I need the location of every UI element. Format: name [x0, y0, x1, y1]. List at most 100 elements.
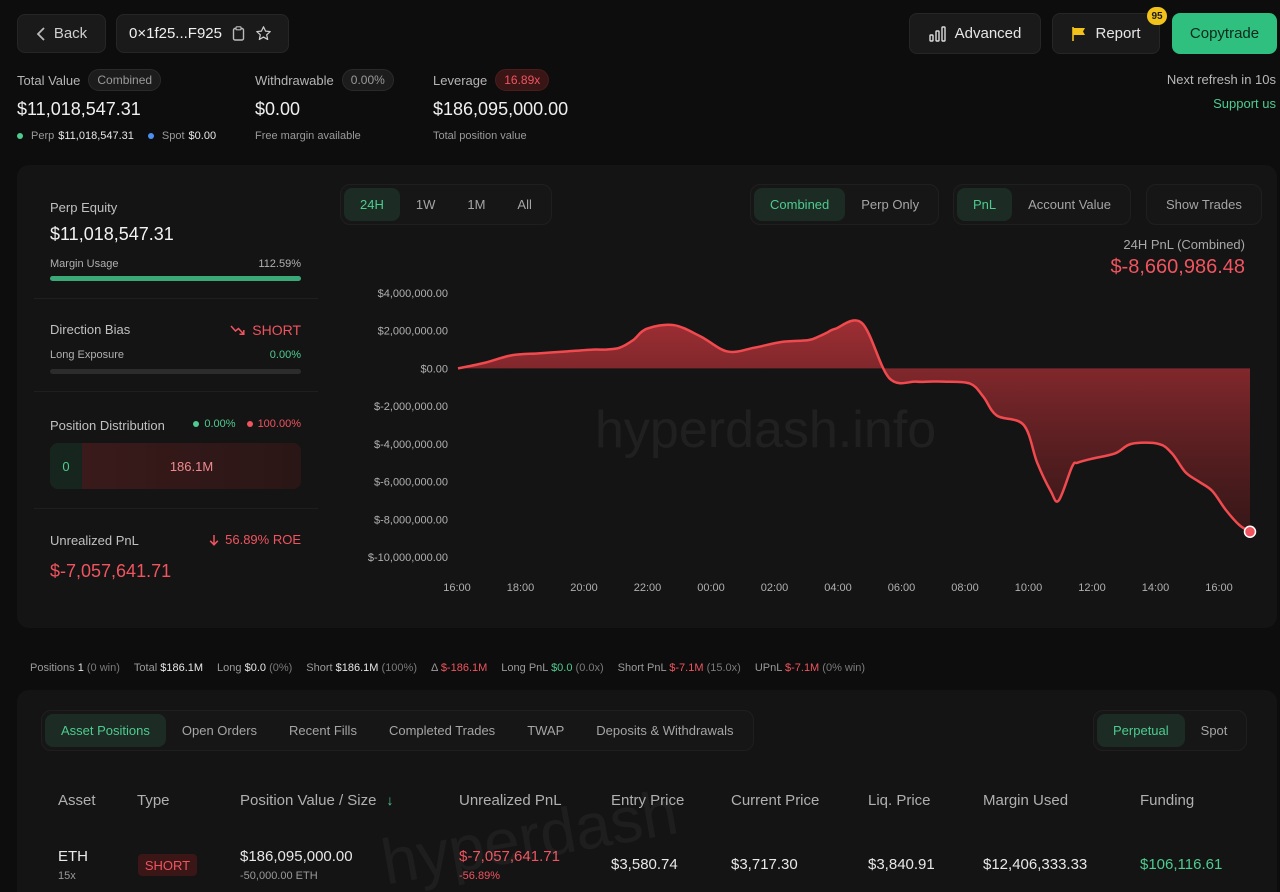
pnl-endpoint[interactable]: [1243, 525, 1257, 539]
y-tick-label: $0.00: [420, 363, 448, 375]
address-chip[interactable]: 0×1f25...F925: [116, 14, 289, 53]
sort-down-icon: ↓: [386, 792, 394, 808]
row-liq-price: $3,840.91: [868, 856, 935, 873]
x-tick-label: 18:00: [507, 582, 535, 594]
upnl-value: $-7.1M: [784, 662, 820, 674]
x-tick-label: 06:00: [888, 582, 916, 594]
row-leverage: 15x: [58, 870, 76, 882]
y-tick-label: $-2,000,000.00: [374, 401, 448, 413]
row-current-price: $3,717.30: [731, 856, 798, 873]
row-type-badge: SHORT: [138, 854, 197, 876]
show-trades-button[interactable]: Show Trades: [1150, 188, 1258, 221]
long-pnl-value: $0.0: [551, 662, 573, 674]
col-type[interactable]: Type: [137, 792, 170, 809]
tab-recent-fills[interactable]: Recent Fills: [273, 714, 373, 747]
flag-icon: [1071, 26, 1087, 42]
tab-open-orders[interactable]: Open Orders: [166, 714, 273, 747]
col-liq-price[interactable]: Liq. Price: [868, 792, 931, 809]
copy-icon[interactable]: [232, 26, 245, 41]
long-label: Long: [217, 662, 242, 674]
market-tab-perpetual[interactable]: Perpetual: [1097, 714, 1185, 747]
total-value-stat: Total Value Combined $11,018,547.31 Perp…: [17, 69, 216, 142]
wallet-address: 0×1f25...F925: [129, 25, 222, 42]
withdrawable-stat: Withdrawable 0.00% $0.00 Free margin ava…: [255, 69, 394, 142]
y-tick-label: $4,000,000.00: [378, 288, 448, 300]
range-1w[interactable]: 1W: [400, 188, 452, 221]
advanced-button[interactable]: Advanced: [909, 13, 1041, 54]
withdrawable-value: $0.00: [255, 99, 301, 119]
leverage-sub: Total position value: [433, 130, 527, 142]
delta-label: Δ: [431, 662, 438, 674]
y-tick-label: $-8,000,000.00: [374, 514, 448, 526]
market-tabs: Perpetual Spot: [1093, 710, 1248, 751]
metric-selector: PnL Account Value: [953, 184, 1132, 225]
leverage-pill: 16.89x: [495, 69, 550, 91]
copytrade-button[interactable]: Copytrade: [1172, 13, 1277, 54]
tab-twap[interactable]: TWAP: [511, 714, 580, 747]
margin-usage-bar: [50, 276, 301, 281]
trend-down-icon: [230, 324, 245, 336]
long-note: (0%): [269, 662, 293, 674]
copytrade-label: Copytrade: [1189, 25, 1260, 42]
perp-value: $11,018,547.31: [58, 130, 134, 142]
dist-long-pct: 0.00%: [204, 418, 236, 430]
spot-label: Spot: [161, 130, 185, 142]
market-tab-spot[interactable]: Spot: [1185, 714, 1244, 747]
dist-long-value: 0: [62, 458, 70, 474]
support-us-link[interactable]: Support us: [1213, 96, 1276, 111]
next-refresh-text: Next refresh in 10s: [1166, 72, 1276, 87]
long-exposure-value: 0.00%: [269, 349, 301, 361]
star-icon[interactable]: [255, 25, 272, 42]
spot-value: $0.00: [188, 130, 217, 142]
position-distribution-label: Position Distribution: [50, 418, 165, 433]
row-entry-price: $3,580.74: [611, 856, 678, 873]
tab-asset-positions[interactable]: Asset Positions: [45, 714, 166, 747]
tab-deposits-withdrawals[interactable]: Deposits & Withdrawals: [580, 714, 749, 747]
row-asset[interactable]: ETH: [58, 848, 88, 865]
range-selector: 24H 1W 1M All: [340, 184, 552, 225]
back-button[interactable]: Back: [17, 14, 106, 53]
total-label: Total: [133, 662, 158, 674]
roe-value: 56.89% ROE: [225, 532, 301, 547]
report-button[interactable]: Report: [1052, 13, 1160, 54]
short-pnl-label: Short PnL: [617, 662, 667, 674]
col-current-price[interactable]: Current Price: [731, 792, 819, 809]
tab-completed-trades[interactable]: Completed Trades: [373, 714, 511, 747]
range-all[interactable]: All: [501, 188, 547, 221]
y-tick-label: $-4,000,000.00: [374, 439, 448, 451]
row-margin-used: $12,406,333.33: [983, 856, 1088, 873]
unrealized-pnl-label: Unrealized PnL: [50, 533, 139, 548]
range-1m[interactable]: 1M: [451, 188, 501, 221]
long-pnl-label: Long PnL: [501, 662, 548, 674]
metric-account-value[interactable]: Account Value: [1012, 188, 1127, 221]
total-value-label: Total Value: [17, 72, 81, 88]
x-tick-label: 16:00: [1205, 582, 1233, 594]
arrow-down-icon: [209, 534, 219, 546]
leverage-label: Leverage: [433, 72, 488, 88]
dist-short-pct: 100.00%: [257, 418, 301, 430]
spot-dot-icon: [147, 133, 154, 139]
mode-perp-only[interactable]: Perp Only: [845, 188, 935, 221]
mode-combined[interactable]: Combined: [754, 188, 846, 221]
total-value: $11,018,547.31: [17, 99, 141, 119]
x-tick-label: 20:00: [570, 582, 598, 594]
x-tick-label: 14:00: [1142, 582, 1170, 594]
metric-pnl[interactable]: PnL: [957, 188, 1013, 221]
margin-usage-label: Margin Usage: [50, 258, 119, 270]
y-tick-label: $-10,000,000.00: [368, 552, 448, 564]
upnl-note: (0% win): [822, 662, 866, 674]
col-position-value[interactable]: Position Value / Size ↓: [240, 792, 393, 809]
col-funding[interactable]: Funding: [1140, 792, 1194, 809]
show-trades-control: Show Trades: [1146, 184, 1262, 225]
upnl-label: UPnL: [754, 662, 782, 674]
perp-equity-value: $11,018,547.31: [50, 224, 174, 244]
short-label: Short: [306, 662, 333, 674]
row-size: -50,000.00 ETH: [240, 870, 318, 882]
col-asset[interactable]: Asset: [58, 792, 96, 809]
range-24h[interactable]: 24H: [344, 188, 400, 221]
x-tick-label: 04:00: [824, 582, 852, 594]
combined-pill[interactable]: Combined: [88, 69, 162, 91]
distribution-legend: 0.00% 100.00%: [193, 418, 301, 430]
x-tick-label: 12:00: [1078, 582, 1106, 594]
col-margin-used[interactable]: Margin Used: [983, 792, 1068, 809]
